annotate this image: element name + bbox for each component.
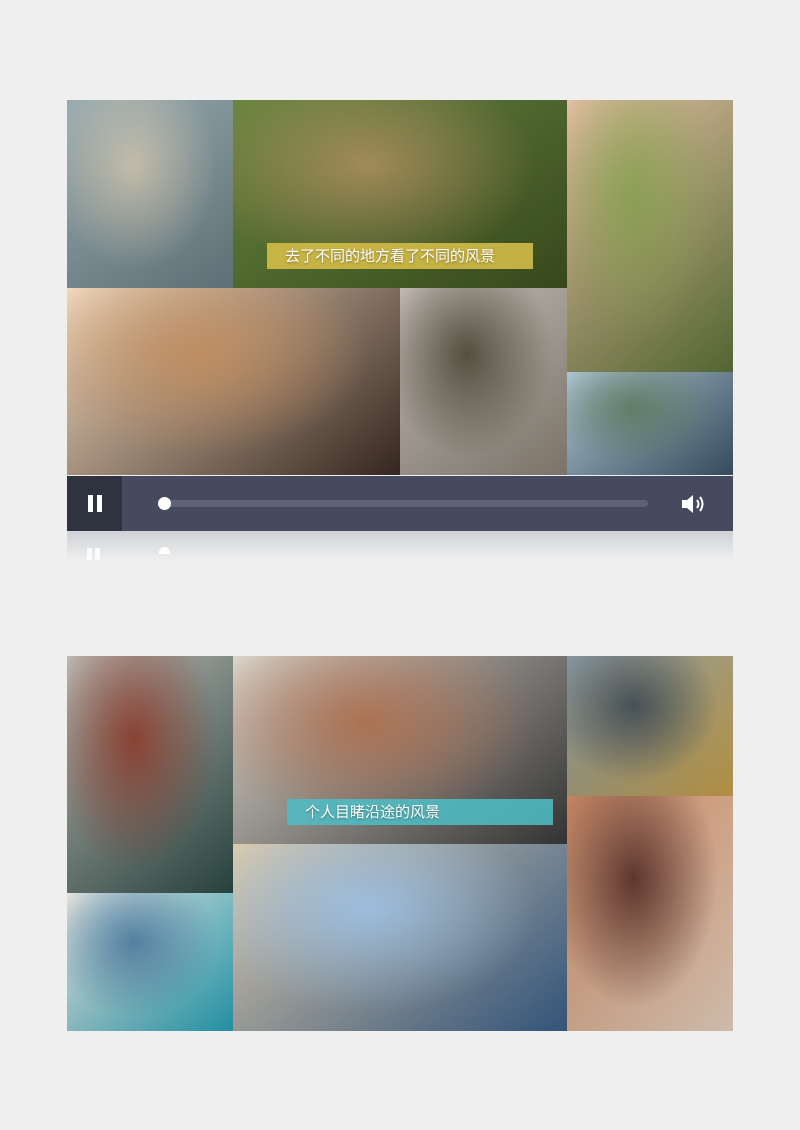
volume-button[interactable] xyxy=(679,491,709,517)
pause-icon xyxy=(86,495,104,512)
player-control-bar xyxy=(67,476,733,531)
video-frame-2[interactable]: 个人目睹沿途的风景 xyxy=(67,656,733,1031)
progress-track[interactable] xyxy=(160,500,648,507)
camera-lens-closeup-photo xyxy=(67,288,400,475)
mountain-lake-photo xyxy=(567,372,733,475)
volume-icon xyxy=(682,495,704,513)
gabled-building-photo xyxy=(67,656,233,893)
video-frame-1[interactable]: 去了不同的地方看了不同的风景 xyxy=(67,100,733,475)
video-caption: 个人目睹沿途的风景 xyxy=(287,799,553,825)
stone-arches-photo xyxy=(233,844,567,1031)
video-caption: 去了不同的地方看了不同的风景 xyxy=(267,243,533,269)
map-photo xyxy=(67,100,233,288)
city-skyscraper-photo xyxy=(567,656,733,796)
progress-thumb[interactable] xyxy=(158,497,171,510)
couple-laughing-photo xyxy=(400,288,567,475)
arms-raised-field-photo xyxy=(567,100,733,372)
polaroid-photo xyxy=(67,893,233,1031)
pause-button[interactable] xyxy=(67,476,122,531)
player-reflection xyxy=(67,531,733,561)
tripod-photographer-photo xyxy=(567,796,733,1031)
